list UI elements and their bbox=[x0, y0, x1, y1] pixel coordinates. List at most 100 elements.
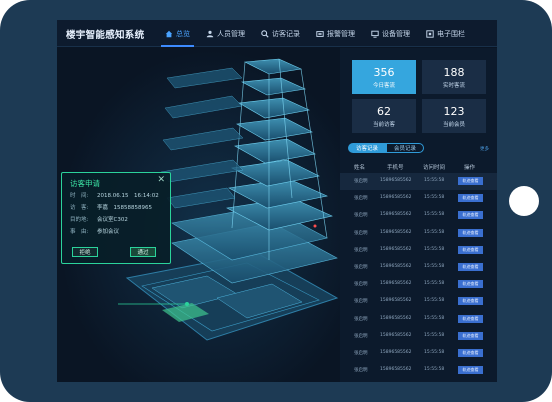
stat-today-traffic[interactable]: 356 今日客流 bbox=[352, 60, 416, 94]
table-row: 张启明 15896585562 15:55:58 轨迹查看 bbox=[340, 190, 497, 207]
nav-item-fence[interactable]: 电子围栏 bbox=[418, 20, 473, 47]
cell-time: 15:55:58 bbox=[424, 246, 445, 252]
header-time: 访问时间 bbox=[423, 165, 446, 171]
top-bar: 楼宇智能感知系统 总览 人员管理 访客记录 报警管理 设备管理 电子围栏 bbox=[57, 20, 497, 47]
stat-label: 当前访客 bbox=[372, 121, 395, 128]
nav-label: 总览 bbox=[176, 29, 190, 38]
nav-item-overview[interactable]: 总览 bbox=[157, 20, 198, 47]
popup-reason-value: 参加会议 bbox=[97, 229, 120, 235]
cell-time: 15:55:58 bbox=[424, 332, 445, 338]
more-link[interactable]: 更多 bbox=[480, 146, 489, 152]
stat-value: 356 bbox=[373, 65, 395, 79]
table-row: 张启明 15896585562 15:55:58 轨迹查看 bbox=[340, 311, 497, 328]
cell-time: 15:55:58 bbox=[424, 195, 445, 201]
cell-name: 张启明 bbox=[354, 230, 368, 236]
header-phone: 手机号 bbox=[387, 165, 404, 171]
table-row: 张启明 15896585562 15:55:58 轨迹查看 bbox=[340, 362, 497, 379]
close-icon[interactable]: ✕ bbox=[157, 175, 165, 185]
track-view-button[interactable]: 轨迹查看 bbox=[458, 297, 483, 306]
approve-button[interactable]: 通过 bbox=[130, 247, 156, 257]
cell-phone: 15896585562 bbox=[380, 349, 412, 355]
track-view-button[interactable]: 轨迹查看 bbox=[458, 314, 483, 323]
cell-name: 张启明 bbox=[354, 179, 368, 184]
stat-value: 62 bbox=[377, 104, 391, 118]
cell-time: 15:55:58 bbox=[424, 367, 445, 373]
nav-item-devices[interactable]: 设备管理 bbox=[363, 20, 418, 47]
nav-label: 设备管理 bbox=[382, 29, 410, 38]
popup-reason-label: 事 由: bbox=[70, 229, 89, 235]
cell-phone: 15896585562 bbox=[380, 367, 412, 373]
table-row: 张启明 15896585562 15:55:58 轨迹查看 bbox=[340, 276, 497, 293]
track-view-button[interactable]: 轨迹查看 bbox=[458, 211, 483, 220]
reject-button[interactable]: 拒绝 bbox=[72, 247, 98, 257]
visitor-request-popup: 访客申请 ✕ 时 间: 2018.06.15 16:14:02 访 客: 李嘉 15… bbox=[61, 172, 171, 264]
track-view-button[interactable]: 轨迹查看 bbox=[458, 366, 483, 375]
nav-item-alarms[interactable]: 报警管理 bbox=[308, 20, 363, 47]
header-action: 操作 bbox=[464, 165, 476, 171]
home-button[interactable] bbox=[509, 186, 539, 216]
track-view-button[interactable]: 轨迹查看 bbox=[458, 280, 483, 289]
track-view-button[interactable]: 轨迹查看 bbox=[458, 177, 483, 185]
home-icon bbox=[165, 30, 173, 37]
track-view-button[interactable]: 轨迹查看 bbox=[458, 348, 483, 357]
nav-item-visitors[interactable]: 访客记录 bbox=[253, 20, 308, 47]
cell-time: 15:55:58 bbox=[424, 229, 445, 235]
cell-phone: 15896585562 bbox=[380, 229, 412, 235]
cell-time: 15:55:58 bbox=[424, 212, 445, 218]
table-header: 姓名 手机号 访问时间 操作 bbox=[340, 161, 497, 171]
app-screen: 楼宇智能感知系统 总览 人员管理 访客记录 报警管理 设备管理 电子围栏 访客申… bbox=[57, 20, 497, 382]
popup-time-row: 时 间: 2018.06.15 16:14:02 bbox=[70, 191, 159, 199]
popup-time-value: 2018.06.15 16:14:02 bbox=[97, 193, 159, 199]
cell-time: 15:55:58 bbox=[424, 298, 445, 304]
table-row: 张启明 15896585562 15:55:58 轨迹查看 bbox=[340, 225, 497, 242]
cell-time: 15:55:58 bbox=[424, 263, 445, 269]
alarm-icon bbox=[316, 30, 324, 37]
cell-name: 张启明 bbox=[354, 247, 368, 253]
table-row: 张启明 15896585562 15:55:58 轨迹查看 bbox=[340, 293, 497, 310]
popup-location-row: 目的地: 会议室C302 bbox=[70, 215, 128, 223]
cell-name: 张启明 bbox=[354, 299, 368, 305]
track-view-button[interactable]: 轨迹查看 bbox=[458, 262, 483, 271]
person-icon bbox=[206, 30, 214, 37]
cell-phone: 15896585562 bbox=[380, 178, 412, 183]
stat-realtime-traffic[interactable]: 188 实时客流 bbox=[422, 60, 486, 94]
track-view-button[interactable]: 轨迹查看 bbox=[458, 228, 483, 237]
tab-visitor-records[interactable]: 访客记录 bbox=[348, 143, 387, 153]
popup-reason-row: 事 由: 参加会议 bbox=[70, 227, 119, 235]
nav-label: 访客记录 bbox=[272, 29, 300, 38]
tab-member-records[interactable]: 会员记录 bbox=[386, 143, 425, 153]
nav-label: 电子围栏 bbox=[437, 29, 465, 38]
stat-value: 188 bbox=[443, 65, 465, 79]
cell-name: 张启明 bbox=[354, 350, 368, 356]
stat-current-visitors[interactable]: 62 当前访客 bbox=[352, 99, 416, 133]
header-name: 姓名 bbox=[354, 165, 366, 171]
cell-phone: 15896585562 bbox=[380, 195, 412, 201]
popup-visitor-label: 访 客: bbox=[70, 205, 89, 211]
cell-name: 张启明 bbox=[354, 282, 368, 288]
nav-label: 人员管理 bbox=[217, 29, 245, 38]
fence-icon bbox=[426, 29, 434, 38]
popup-title: 访客申请 bbox=[70, 179, 100, 188]
cell-phone: 15896585562 bbox=[380, 281, 412, 287]
nav-label: 报警管理 bbox=[327, 29, 355, 38]
stat-current-members[interactable]: 123 当前会员 bbox=[422, 99, 486, 133]
table-row: 张启明 15896585562 15:55:58 轨迹查看 bbox=[340, 328, 497, 345]
popup-time-label: 时 间: bbox=[70, 193, 89, 199]
cell-time: 15:55:58 bbox=[424, 315, 445, 321]
record-tabs: 访客记录 会员记录 bbox=[348, 143, 425, 153]
tablet-frame: 楼宇智能感知系统 总览 人员管理 访客记录 报警管理 设备管理 电子围栏 访客申… bbox=[0, 0, 552, 402]
cell-phone: 15896585562 bbox=[380, 332, 412, 338]
table-row: 张启明 15896585562 15:55:58 轨迹查看 bbox=[340, 173, 497, 191]
cell-name: 张启明 bbox=[354, 368, 368, 374]
table-row: 张启明 15896585562 15:55:58 轨迹查看 bbox=[340, 207, 497, 224]
table-row: 张启明 15896585562 15:55:58 轨迹查看 bbox=[340, 242, 497, 259]
device-icon bbox=[371, 30, 379, 38]
popup-location-value: 会议室C302 bbox=[97, 217, 128, 223]
track-view-button[interactable]: 轨迹查看 bbox=[458, 194, 483, 203]
track-view-button[interactable]: 轨迹查看 bbox=[458, 245, 483, 254]
cell-name: 张启明 bbox=[354, 333, 368, 339]
stat-label: 实时客流 bbox=[442, 82, 465, 89]
track-view-button[interactable]: 轨迹查看 bbox=[458, 331, 483, 340]
cell-phone: 15896585562 bbox=[380, 263, 412, 269]
nav-item-personnel[interactable]: 人员管理 bbox=[198, 20, 253, 47]
